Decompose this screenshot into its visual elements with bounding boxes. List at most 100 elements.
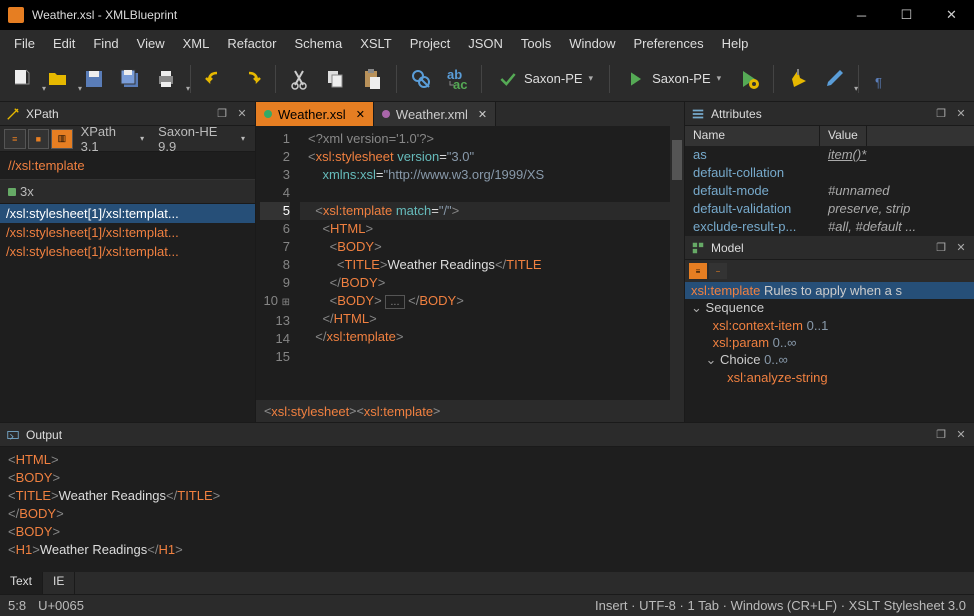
- open-button[interactable]: ▾: [42, 63, 74, 95]
- statusbar: 5:8 U+0065 Insert · UTF-8 · 1 Tab · Wind…: [0, 594, 974, 616]
- menu-xml[interactable]: XML: [175, 33, 218, 54]
- paste-button[interactable]: [356, 63, 388, 95]
- redo-button[interactable]: [235, 63, 267, 95]
- output-text[interactable]: <HTML> <BODY> <TITLE>Weather Readings</T…: [0, 447, 974, 572]
- model-btn-1[interactable]: ≡: [689, 263, 707, 279]
- xpath-mode-2[interactable]: ■: [28, 129, 50, 149]
- restore-icon[interactable]: ❐: [934, 428, 948, 442]
- restore-icon[interactable]: ❐: [215, 107, 229, 121]
- xpath-version-combo[interactable]: XPath 3.1 ▾: [75, 122, 151, 156]
- tab-close-icon[interactable]: ✕: [356, 108, 365, 121]
- tab-Weather.xsl[interactable]: Weather.xsl✕: [256, 102, 374, 126]
- model-node[interactable]: xsl:template Rules to apply when a s: [685, 282, 974, 299]
- find-button[interactable]: [405, 63, 437, 95]
- model-icon: [691, 241, 705, 255]
- color-picker-button[interactable]: ▾: [818, 63, 850, 95]
- menu-window[interactable]: Window: [561, 33, 623, 54]
- close-icon[interactable]: ✕: [954, 428, 968, 442]
- model-tree[interactable]: xsl:template Rules to apply when a s⌄ Se…: [685, 282, 974, 422]
- model-node[interactable]: xsl:analyze-string: [685, 369, 974, 386]
- attribute-row[interactable]: default-validationpreserve, strip: [685, 200, 974, 218]
- cursor-position: 5:8: [8, 598, 26, 613]
- breadcrumb[interactable]: <xsl:stylesheet><xsl:template>: [256, 400, 684, 422]
- attribute-row[interactable]: exclude-result-p...#all, #default ...: [685, 218, 974, 236]
- attributes-icon: [691, 107, 705, 121]
- menu-edit[interactable]: Edit: [45, 33, 83, 54]
- code-editor[interactable]: 12345678910 ⊞131415 <?xml version='1.0'?…: [256, 126, 684, 400]
- output-icon: [6, 428, 20, 442]
- app-icon: [8, 7, 24, 23]
- tab-close-icon[interactable]: ✕: [478, 108, 487, 121]
- attribute-row[interactable]: default-collation: [685, 164, 974, 182]
- restore-icon[interactable]: ❐: [934, 241, 948, 255]
- menu-preferences[interactable]: Preferences: [626, 33, 712, 54]
- menu-xslt[interactable]: XSLT: [352, 33, 400, 54]
- menu-schema[interactable]: Schema: [286, 33, 350, 54]
- close-icon[interactable]: ✕: [235, 107, 249, 121]
- new-button[interactable]: ▾: [6, 63, 38, 95]
- replace-button[interactable]: abac: [441, 63, 473, 95]
- xpath-mode-3[interactable]: ▥: [51, 129, 73, 149]
- xpath-engine-combo[interactable]: Saxon-HE 9.9 ▾: [152, 122, 251, 156]
- xpath-title: XPath: [26, 107, 209, 121]
- model-node[interactable]: ⌄ Choice 0..∞: [685, 351, 974, 369]
- pilcrow-button[interactable]: ¶: [867, 63, 899, 95]
- status-right: Insert · UTF-8 · 1 Tab · Windows (CR+LF)…: [595, 598, 966, 613]
- xpath-input[interactable]: //xsl:template: [0, 152, 255, 180]
- menu-project[interactable]: Project: [402, 33, 458, 54]
- output-tab-Text[interactable]: Text: [0, 572, 43, 594]
- menu-tools[interactable]: Tools: [513, 33, 559, 54]
- menu-json[interactable]: JSON: [460, 33, 511, 54]
- editor-scrollbar[interactable]: [670, 126, 684, 400]
- model-node[interactable]: ⌄ Sequence: [685, 299, 974, 317]
- save-button[interactable]: [78, 63, 110, 95]
- menu-refactor[interactable]: Refactor: [219, 33, 284, 54]
- copy-button[interactable]: [320, 63, 352, 95]
- menu-help[interactable]: Help: [714, 33, 757, 54]
- restore-icon[interactable]: ❐: [934, 107, 948, 121]
- xpath-results: /xsl:stylesheet[1]/xsl:templat.../xsl:st…: [0, 204, 255, 422]
- right-panel: Attributes ❐ ✕ NameValue asitem()*defaul…: [684, 102, 974, 422]
- close-icon[interactable]: ✕: [954, 241, 968, 255]
- toolbar: ▾ ▾ ▾ abac Saxon-PE▾ Saxon-PE▾ ▾ ¶: [0, 56, 974, 102]
- window-title: Weather.xsl - XMLBlueprint: [32, 8, 839, 22]
- run-config-button[interactable]: [733, 63, 765, 95]
- svg-text:ac: ac: [453, 77, 467, 91]
- output-tab-IE[interactable]: IE: [43, 572, 75, 594]
- tab-Weather.xml[interactable]: Weather.xml✕: [374, 102, 496, 126]
- menu-find[interactable]: Find: [85, 33, 126, 54]
- editor-tabs: Weather.xsl✕Weather.xml✕: [256, 102, 684, 126]
- menu-file[interactable]: File: [6, 33, 43, 54]
- print-button[interactable]: ▾: [150, 63, 182, 95]
- xpath-result[interactable]: /xsl:stylesheet[1]/xsl:templat...: [0, 223, 255, 242]
- xpath-result[interactable]: /xsl:stylesheet[1]/xsl:templat...: [0, 204, 255, 223]
- save-all-button[interactable]: [114, 63, 146, 95]
- attributes-table[interactable]: NameValue asitem()*default-collationdefa…: [685, 126, 974, 236]
- output-tabs: TextIE: [0, 572, 974, 594]
- model-header: Model ❐ ✕: [685, 236, 974, 260]
- model-btn-2[interactable]: −: [709, 263, 727, 279]
- xpath-panel: XPath ❐ ✕ ≡ ■ ▥ XPath 3.1 ▾ Saxon-HE 9.9…: [0, 102, 256, 422]
- model-node[interactable]: xsl:param 0..∞: [685, 334, 974, 351]
- cut-button[interactable]: [284, 63, 316, 95]
- minimize-button[interactable]: ─: [839, 0, 884, 30]
- wand-icon: [6, 107, 20, 121]
- output-header: Output ❐ ✕: [0, 423, 974, 447]
- codepoint: U+0065: [38, 598, 84, 613]
- undo-button[interactable]: [199, 63, 231, 95]
- output-panel: Output ❐ ✕ <HTML> <BODY> <TITLE>Weather …: [0, 422, 974, 594]
- validate-combo[interactable]: Saxon-PE▾: [490, 63, 601, 95]
- xpath-mode-1[interactable]: ≡: [4, 129, 26, 149]
- xpath-toolbar: ≡ ■ ▥ XPath 3.1 ▾ Saxon-HE 9.9 ▾: [0, 126, 255, 152]
- xpath-result[interactable]: /xsl:stylesheet[1]/xsl:templat...: [0, 242, 255, 261]
- close-button[interactable]: ✕: [929, 0, 974, 30]
- menu-view[interactable]: View: [129, 33, 173, 54]
- clean-button[interactable]: [782, 63, 814, 95]
- attribute-row[interactable]: default-mode#unnamed: [685, 182, 974, 200]
- maximize-button[interactable]: ☐: [884, 0, 929, 30]
- transform-combo[interactable]: Saxon-PE▾: [618, 63, 729, 95]
- attribute-row[interactable]: asitem()*: [685, 146, 974, 164]
- model-node[interactable]: xsl:context-item 0..1: [685, 317, 974, 334]
- titlebar: Weather.xsl - XMLBlueprint ─ ☐ ✕: [0, 0, 974, 30]
- close-icon[interactable]: ✕: [954, 107, 968, 121]
